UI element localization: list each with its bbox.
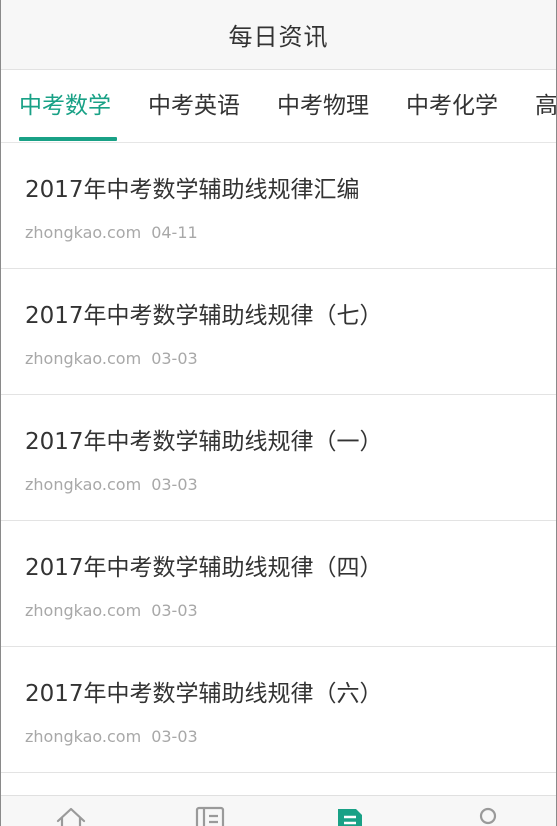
home-icon[interactable] — [54, 805, 88, 826]
active-tab-indicator — [19, 137, 117, 141]
article-date: 03-03 — [151, 727, 198, 746]
article-date: 03-03 — [151, 475, 198, 494]
bottom-navigation — [1, 795, 556, 826]
article-source: zhongkao.com — [25, 223, 142, 242]
app-screen: 每日资讯 中考数学 中考英语 中考物理 中考化学 高 2017年中考数学辅助线规… — [0, 0, 557, 826]
article-title: 2017年中考数学辅助线规律（四） — [25, 555, 383, 581]
article-source: zhongkao.com — [25, 601, 142, 620]
user-icon[interactable] — [471, 805, 505, 826]
category-tabs: 中考数学 中考英语 中考物理 中考化学 高 — [1, 70, 556, 143]
tab-english[interactable]: 中考英语 — [148, 70, 240, 142]
article-meta: zhongkao.com 03-03 — [25, 601, 198, 620]
article-meta: zhongkao.com 03-03 — [25, 727, 198, 746]
list-item[interactable]: 2017年中考数学辅助线规律汇编 zhongkao.com 04-11 — [1, 143, 556, 269]
list-item[interactable]: 2017年中考数学辅助线规律（一） zhongkao.com 03-03 — [1, 395, 556, 521]
article-meta: zhongkao.com 04-11 — [25, 223, 198, 242]
article-source: zhongkao.com — [25, 475, 142, 494]
article-date: 03-03 — [151, 349, 198, 368]
tab-math[interactable]: 中考数学 — [19, 70, 111, 142]
article-title: 2017年中考数学辅助线规律汇编 — [25, 177, 360, 203]
article-meta: zhongkao.com 03-03 — [25, 349, 198, 368]
article-source: zhongkao.com — [25, 727, 142, 746]
article-title: 2017年中考数学辅助线规律（七） — [25, 303, 383, 329]
article-list: 2017年中考数学辅助线规律汇编 zhongkao.com 04-11 2017年… — [1, 143, 556, 773]
page-title: 每日资讯 — [228, 23, 329, 51]
article-title: 2017年中考数学辅助线规律（六） — [25, 681, 383, 707]
article-title: 2017年中考数学辅助线规律（一） — [25, 429, 383, 455]
tab-more[interactable]: 高 — [535, 70, 556, 142]
news-icon[interactable] — [333, 805, 367, 826]
tab-chemistry[interactable]: 中考化学 — [406, 70, 498, 142]
list-item[interactable]: 2017年中考数学辅助线规律（六） zhongkao.com 03-03 — [1, 647, 556, 773]
article-meta: zhongkao.com 03-03 — [25, 475, 198, 494]
article-source: zhongkao.com — [25, 349, 142, 368]
article-date: 04-11 — [151, 223, 198, 242]
list-item[interactable]: 2017年中考数学辅助线规律（四） zhongkao.com 03-03 — [1, 521, 556, 647]
list-icon[interactable] — [193, 805, 227, 826]
list-item[interactable]: 2017年中考数学辅助线规律（七） zhongkao.com 03-03 — [1, 269, 556, 395]
app-header: 每日资讯 — [1, 0, 556, 70]
tab-physics[interactable]: 中考物理 — [277, 70, 369, 142]
article-date: 03-03 — [151, 601, 198, 620]
